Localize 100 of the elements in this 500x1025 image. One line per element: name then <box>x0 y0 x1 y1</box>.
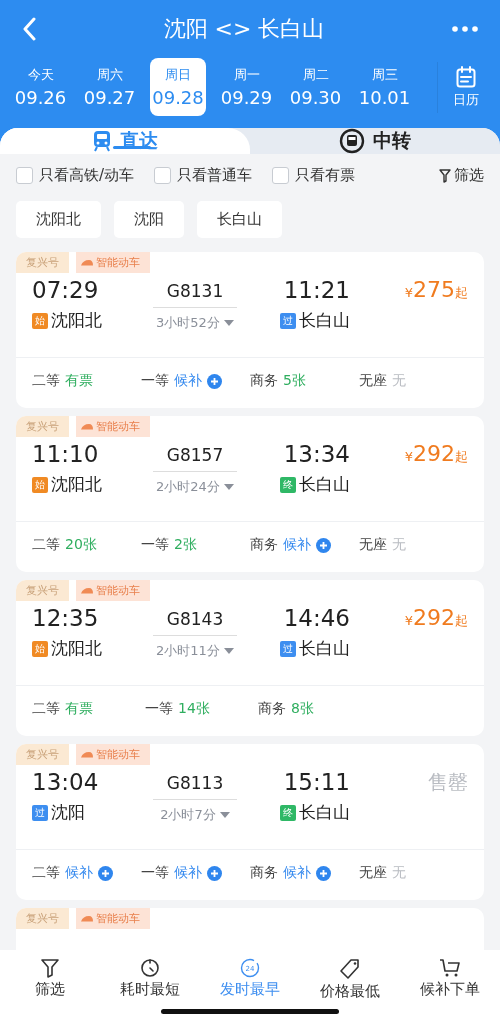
seat-status: 无 <box>392 536 406 554</box>
seat-status: 无 <box>392 864 406 882</box>
duration[interactable]: 3小时52分 <box>156 314 234 332</box>
date-tab[interactable]: 今天 09.26 <box>6 58 75 116</box>
calendar-icon <box>456 65 476 88</box>
seat-class: 二等 <box>32 372 60 390</box>
seat-status: 候补 <box>283 536 311 554</box>
station-mark: 始 <box>32 312 48 329</box>
train-card[interactable]: 复兴号 智能动车 12:35 始 沈阳北 G8143 2小时11分 14:46 过 长白山 ¥292起 二等 有票 一等 14张 商务 8张 <box>16 580 484 736</box>
date-tab[interactable]: 周二 09.30 <box>281 58 350 116</box>
sort-tab[interactable]: 候补下单 <box>400 958 500 1001</box>
seat-class: 二等 <box>32 536 60 554</box>
train-number: G8113 <box>152 769 238 800</box>
station-chip[interactable]: 长白山 <box>197 201 282 238</box>
mode-tab[interactable]: 中转 <box>250 128 500 154</box>
caret-icon <box>223 483 234 491</box>
seat-status: 无 <box>392 372 406 390</box>
train-card[interactable]: 复兴号 智能动车 07:29 始 沈阳北 G8131 3小时52分 11:21 过 长白山 ¥275起 二等 有票 一等 候补 商务 5张 无座 无 <box>16 252 484 408</box>
station-mark: 始 <box>32 640 48 657</box>
station-chip[interactable]: 沈阳北 <box>16 201 101 238</box>
plus-icon[interactable] <box>207 373 222 389</box>
seat-class: 一等 <box>141 372 169 390</box>
train-number: G8143 <box>152 605 238 636</box>
seat-status: 候补 <box>174 372 202 390</box>
train-tag: 智能动车 <box>76 908 150 929</box>
station-name: 长白山 <box>299 801 350 824</box>
price-tag-icon <box>339 958 361 980</box>
seat-status: 2张 <box>174 536 197 554</box>
station-name: 沈阳北 <box>51 637 102 660</box>
seat-class: 无座 <box>359 864 387 882</box>
seat-class: 一等 <box>141 536 169 554</box>
more-icon[interactable] <box>452 26 478 32</box>
seat-class: 二等 <box>32 700 60 718</box>
train-tag: 智能动车 <box>76 416 150 437</box>
station-name: 长白山 <box>299 309 350 332</box>
train-tag: 复兴号 <box>16 580 69 601</box>
funnel-icon <box>439 168 451 183</box>
sold-out-label: 售罄 <box>428 769 468 796</box>
plus-icon[interactable] <box>316 537 331 553</box>
seat-class: 无座 <box>359 536 387 554</box>
sort-tab[interactable]: 耗时最短 <box>100 958 200 1001</box>
train-tag: 复兴号 <box>16 744 69 765</box>
departure-time: 13:04 <box>32 769 100 795</box>
date-tab[interactable]: 周日 09.28 <box>150 58 206 116</box>
seat-status: 候补 <box>283 864 311 882</box>
caret-icon <box>219 811 230 819</box>
seat-status: 5张 <box>283 372 306 390</box>
plus-icon[interactable] <box>207 865 222 881</box>
filter-button[interactable]: 筛选 <box>439 166 484 185</box>
station-name: 沈阳北 <box>51 309 102 332</box>
arrival-time: 13:34 <box>283 441 350 467</box>
station-mark: 始 <box>32 476 48 493</box>
train-number: G8157 <box>152 441 238 472</box>
plus-icon[interactable] <box>98 865 113 881</box>
filter-label: 只看普通车 <box>177 166 253 185</box>
station-mark: 过 <box>280 640 296 657</box>
train-icon <box>80 751 94 758</box>
duration[interactable]: 2小时7分 <box>160 806 230 824</box>
checkbox[interactable] <box>154 167 172 184</box>
duration[interactable]: 2小时24分 <box>156 478 234 496</box>
seat-status: 候补 <box>174 864 202 882</box>
filter-label: 只看有票 <box>295 166 356 185</box>
seat-status: 候补 <box>65 864 93 882</box>
date-tab[interactable]: 周一 09.29 <box>212 58 281 116</box>
price: ¥275起 <box>404 277 468 302</box>
funnel-icon <box>41 958 59 978</box>
station-mark: 过 <box>32 804 48 821</box>
checkbox[interactable] <box>16 167 33 184</box>
plus-icon[interactable] <box>316 865 331 881</box>
price: ¥292起 <box>404 441 468 466</box>
calendar-button[interactable]: 日历 <box>437 61 494 113</box>
sort-tab[interactable]: 筛选 <box>0 958 100 1001</box>
duration[interactable]: 2小时11分 <box>156 642 234 660</box>
train-icon <box>92 130 112 152</box>
train-number: G8131 <box>152 277 238 308</box>
back-icon[interactable] <box>22 17 36 41</box>
station-name: 长白山 <box>299 473 350 496</box>
train-card[interactable]: 复兴号 智能动车 <box>16 908 484 950</box>
train-icon <box>80 259 94 266</box>
station-mark: 过 <box>280 312 296 329</box>
caret-icon <box>223 319 234 327</box>
station-name: 沈阳 <box>51 801 85 824</box>
arrival-time: 11:21 <box>283 277 350 303</box>
train-card[interactable]: 复兴号 智能动车 13:04 过 沈阳 G8113 2小时7分 15:11 终 长白山 售罄 二等 候补 一等 候补 商务 候补 无座 无 <box>16 744 484 900</box>
seat-status: 14张 <box>178 700 210 718</box>
seat-class: 商务 <box>258 700 286 718</box>
date-tab[interactable]: 周三 10.01 <box>350 58 419 116</box>
seat-status: 有票 <box>65 372 93 390</box>
train-card[interactable]: 复兴号 智能动车 11:10 始 沈阳北 G8157 2小时24分 13:34 终 长白山 ¥292起 二等 20张 一等 2张 商务 候补 无座 无 <box>16 416 484 572</box>
seat-status: 8张 <box>291 700 314 718</box>
date-tab[interactable]: 周六 09.27 <box>75 58 144 116</box>
checkbox[interactable] <box>272 167 290 184</box>
seat-class: 一等 <box>141 864 169 882</box>
station-chip[interactable]: 沈阳 <box>114 201 184 238</box>
station-name: 沈阳北 <box>51 473 102 496</box>
train-icon <box>80 423 94 430</box>
seat-class: 商务 <box>250 864 278 882</box>
arrival-time: 14:46 <box>283 605 350 631</box>
seat-status: 20张 <box>65 536 97 554</box>
sort-tab[interactable]: 价格最低 <box>300 958 400 1001</box>
